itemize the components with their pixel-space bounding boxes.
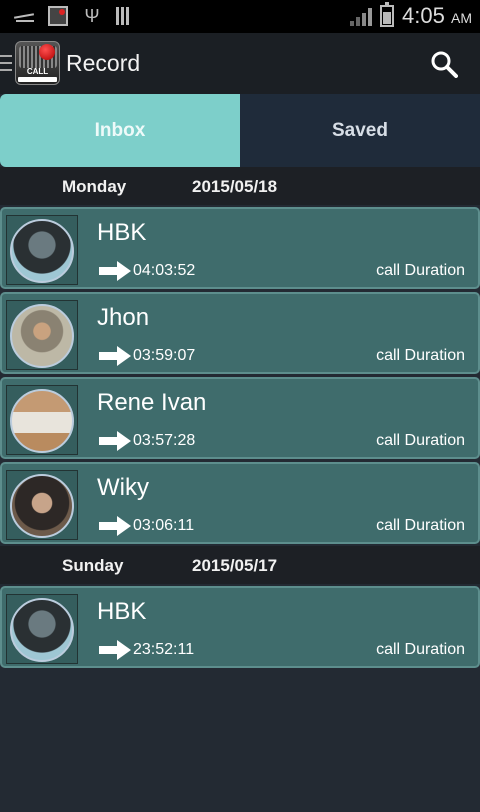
app-logo-text: CALL xyxy=(26,67,49,76)
avatar-frame xyxy=(6,215,78,285)
tab-bar: Inbox Saved xyxy=(0,94,480,167)
avatar-frame xyxy=(6,594,78,664)
tab-inbox-label: Inbox xyxy=(94,119,146,141)
call-duration: 03:59:07 xyxy=(133,347,196,364)
arrow-right-icon xyxy=(99,431,131,451)
day-label: Monday xyxy=(62,177,127,196)
contact-name: Rene Ivan xyxy=(97,389,207,416)
notification-icon xyxy=(14,6,34,26)
usb-icon: Ψ xyxy=(84,6,100,26)
tab-saved[interactable]: Saved xyxy=(240,94,480,167)
list-item[interactable]: HBK 23:52:11 call Duration xyxy=(0,586,480,668)
avatar-frame xyxy=(6,470,78,540)
arrow-right-icon xyxy=(99,346,131,366)
avatar-frame xyxy=(6,300,78,370)
list-item[interactable]: Jhon 03:59:07 call Duration xyxy=(0,292,480,374)
contact-name: HBK xyxy=(97,598,147,625)
call-duration: 03:57:28 xyxy=(133,432,196,449)
app-logo[interactable]: CALL xyxy=(15,41,60,85)
sd-card-icon xyxy=(116,7,130,25)
arrow-right-icon xyxy=(99,261,131,281)
avatar xyxy=(10,389,74,453)
call-duration: 03:06:11 xyxy=(133,517,195,534)
list-item[interactable]: Rene Ivan 03:57:28 call Duration xyxy=(0,377,480,459)
call-duration-label: call Duration xyxy=(376,262,465,279)
list-item[interactable]: HBK 04:03:52 call Duration xyxy=(0,207,480,289)
tab-saved-label: Saved xyxy=(332,119,388,141)
avatar-frame xyxy=(6,385,78,455)
avatar xyxy=(10,598,74,662)
date-label: 2015/05/18 xyxy=(192,177,278,196)
tab-inbox[interactable]: Inbox xyxy=(0,94,240,167)
page-title: Record xyxy=(66,50,141,76)
arrow-right-icon xyxy=(99,640,131,660)
avatar xyxy=(10,304,74,368)
call-duration-label: call Duration xyxy=(376,517,465,534)
day-header: Sunday 2015/05/17 xyxy=(0,546,480,584)
clock: 4:05 AM xyxy=(402,3,472,28)
call-duration: 04:03:52 xyxy=(133,262,196,279)
status-bar: Ψ 4:05 AM xyxy=(0,0,480,33)
call-duration-label: call Duration xyxy=(376,432,465,449)
signal-icon xyxy=(350,6,373,26)
action-bar: CALL Record xyxy=(0,33,480,94)
contact-name: Jhon xyxy=(97,304,150,331)
arrow-right-icon xyxy=(99,516,131,536)
avatar xyxy=(10,474,74,538)
status-bar-system: 4:05 AM xyxy=(350,2,472,29)
contact-name: HBK xyxy=(97,219,147,246)
battery-icon xyxy=(380,2,395,27)
date-label: 2015/05/17 xyxy=(192,556,278,575)
search-icon[interactable] xyxy=(430,50,458,78)
day-label: Sunday xyxy=(62,556,124,575)
picture-icon xyxy=(48,6,68,26)
list-item[interactable]: Wiky 03:06:11 call Duration xyxy=(0,462,480,544)
avatar xyxy=(10,219,74,283)
menu-icon[interactable] xyxy=(0,55,12,71)
day-header: Monday 2015/05/18 xyxy=(0,167,480,205)
call-duration-label: call Duration xyxy=(376,347,465,364)
call-duration: 23:52:11 xyxy=(133,641,195,658)
call-duration-label: call Duration xyxy=(376,641,465,658)
status-bar-notifications: Ψ xyxy=(14,6,130,26)
contact-name: Wiky xyxy=(97,474,149,501)
record-dot-icon xyxy=(39,44,55,60)
